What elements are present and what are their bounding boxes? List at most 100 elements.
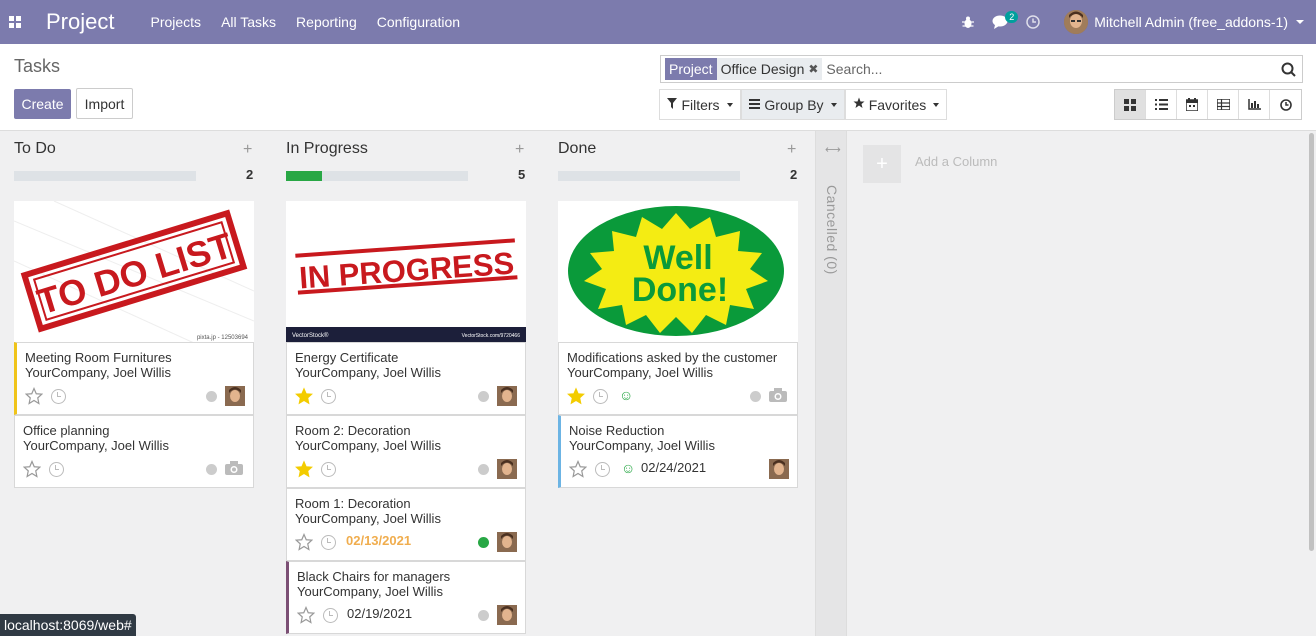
search-input[interactable] <box>826 61 1278 77</box>
add-column-button[interactable]: + <box>863 145 901 183</box>
rating-smiley-icon: ☺ <box>619 387 634 403</box>
view-switcher <box>1114 89 1302 120</box>
cover-image-inprogress: IN PROGRESS VectorStock® VectorStock.com… <box>286 201 526 343</box>
kanban-state-dot[interactable] <box>478 610 489 621</box>
kanban-state-dot[interactable] <box>206 391 217 402</box>
task-name: Noise Reduction <box>569 423 665 438</box>
graph-view-icon[interactable] <box>1239 90 1270 119</box>
user-avatar <box>1064 10 1089 34</box>
column-progress-bar[interactable] <box>558 171 740 181</box>
groupby-dropdown[interactable]: Group By <box>741 89 845 120</box>
unfold-arrows-icon[interactable]: ⟷ <box>825 143 841 156</box>
calendar-view-icon[interactable] <box>1177 90 1208 119</box>
priority-star-icon[interactable] <box>567 387 585 405</box>
favorites-dropdown[interactable]: Favorites <box>845 89 947 120</box>
task-card[interactable]: Office planning YourCompany, Joel Willis <box>14 415 254 488</box>
activity-clock-icon[interactable] <box>321 389 336 404</box>
task-card[interactable]: Energy Certificate YourCompany, Joel Wil… <box>286 342 526 415</box>
cover-caption-left: VectorStock® <box>292 332 329 339</box>
task-card[interactable]: Black Chairs for managers YourCompany, J… <box>286 561 526 634</box>
assignee-avatar <box>497 605 517 625</box>
search-icon[interactable] <box>1278 59 1298 79</box>
priority-star-icon[interactable] <box>295 533 313 551</box>
user-menu[interactable]: Mitchell Admin (free_addons-1) <box>1064 10 1304 34</box>
groupby-label: Group By <box>764 96 824 113</box>
menu-projects[interactable]: Projects <box>150 14 201 30</box>
unassigned-avatar-icon[interactable] <box>225 461 243 475</box>
task-name: Office planning <box>23 423 110 438</box>
activity-clock-icon[interactable] <box>321 462 336 477</box>
import-button[interactable]: Import <box>76 88 133 119</box>
facet-value: Office Design ✖ <box>716 58 823 80</box>
task-customer: YourCompany, Joel Willis <box>295 365 441 380</box>
vertical-scrollbar[interactable] <box>1308 131 1316 636</box>
task-customer: YourCompany, Joel Willis <box>25 365 171 380</box>
app-brand[interactable]: Project <box>46 9 114 35</box>
menu-configuration[interactable]: Configuration <box>377 14 460 30</box>
menu-reporting[interactable]: Reporting <box>296 14 357 30</box>
task-customer: YourCompany, Joel Willis <box>567 365 713 380</box>
menu-all-tasks[interactable]: All Tasks <box>221 14 276 30</box>
kanban-state-dot[interactable] <box>750 391 761 402</box>
add-column-label[interactable]: Add a Column <box>915 154 997 169</box>
filters-caret-icon <box>726 102 733 107</box>
priority-star-icon[interactable] <box>25 387 43 405</box>
priority-star-icon[interactable] <box>295 387 313 405</box>
scrollbar-thumb[interactable] <box>1309 133 1314 551</box>
assignee-avatar <box>497 459 517 479</box>
task-deadline: 02/13/2021 <box>346 533 412 548</box>
priority-star-icon[interactable] <box>23 460 41 478</box>
facet-remove-icon[interactable]: ✖ <box>808 58 818 80</box>
kanban-view-icon[interactable] <box>1115 90 1146 119</box>
column-quick-create-icon[interactable]: + <box>243 141 252 159</box>
task-deadline: 02/19/2021 <box>347 606 413 621</box>
task-card[interactable]: Room 2: Decoration YourCompany, Joel Wil… <box>286 415 526 488</box>
cover-caption: pixta.jp - 12503694 <box>197 335 249 341</box>
favorites-label: Favorites <box>868 96 927 113</box>
column-title-inprogress: In Progress <box>286 140 368 157</box>
activity-clock-icon[interactable] <box>321 535 336 550</box>
debug-bug-icon[interactable] <box>958 0 978 44</box>
task-card[interactable]: Room 1: Decoration YourCompany, Joel Wil… <box>286 488 526 561</box>
activity-clock-icon[interactable] <box>1026 0 1040 44</box>
task-card[interactable]: Modifications asked by the customer Your… <box>558 342 798 415</box>
folded-column-cancelled[interactable]: ⟷ Cancelled (0) <box>815 131 847 636</box>
column-count: 5 <box>518 167 526 182</box>
activity-clock-icon[interactable] <box>593 389 608 404</box>
priority-star-icon[interactable] <box>297 606 315 624</box>
rating-smiley-icon: ☺ <box>621 460 636 476</box>
activity-clock-icon[interactable] <box>49 462 64 477</box>
column-progress-bar[interactable] <box>14 171 196 181</box>
activity-view-icon[interactable] <box>1270 90 1301 119</box>
messaging-icon[interactable]: 2 <box>992 0 1019 44</box>
pivot-view-icon[interactable] <box>1208 90 1239 119</box>
priority-star-icon[interactable] <box>295 460 313 478</box>
filters-label: Filters <box>681 96 720 113</box>
activity-clock-icon[interactable] <box>323 608 338 623</box>
task-customer: YourCompany, Joel Willis <box>297 584 443 599</box>
task-card[interactable]: Noise Reduction YourCompany, Joel Willis… <box>558 415 798 488</box>
activity-clock-icon[interactable] <box>51 389 66 404</box>
list-view-icon[interactable] <box>1146 90 1177 119</box>
page-title: Tasks <box>14 56 61 76</box>
task-card[interactable]: Meeting Room Furnitures YourCompany, Joe… <box>14 342 254 415</box>
column-quick-create-icon[interactable]: + <box>787 141 796 159</box>
kanban-state-dot[interactable] <box>478 537 489 548</box>
kanban-state-dot[interactable] <box>478 391 489 402</box>
kanban-state-dot[interactable] <box>206 464 217 475</box>
column-title-todo: To Do <box>14 140 56 157</box>
priority-star-icon[interactable] <box>569 460 587 478</box>
kanban-state-dot[interactable] <box>478 464 489 475</box>
task-name: Meeting Room Furnitures <box>25 350 172 365</box>
create-button[interactable]: Create <box>14 89 71 119</box>
search-facet-project: Project Office Design ✖ <box>665 58 823 80</box>
activity-clock-icon[interactable] <box>595 462 610 477</box>
top-navbar: Project Projects All Tasks Reporting Con… <box>0 0 1316 44</box>
unassigned-avatar-icon[interactable] <box>769 388 787 402</box>
filters-dropdown[interactable]: Filters <box>659 89 741 120</box>
column-progress-bar[interactable] <box>286 171 468 181</box>
user-name: Mitchell Admin (free_addons-1) <box>1094 14 1288 30</box>
column-quick-create-icon[interactable]: + <box>515 141 524 159</box>
apps-menu-icon[interactable] <box>0 0 30 44</box>
facet-category: Project <box>665 58 717 80</box>
